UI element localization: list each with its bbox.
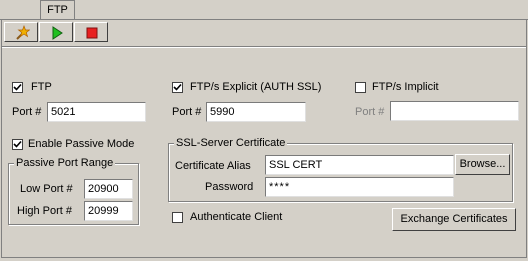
authenticate-client-checkbox[interactable] (172, 212, 183, 223)
ftps-implicit-port-input[interactable] (390, 101, 519, 121)
ftp-checkbox-label: FTP (31, 81, 52, 93)
passive-port-range-title: Passive Port Range (14, 157, 116, 169)
ftps-implicit-port-label: Port # (355, 106, 385, 118)
toolbar (4, 22, 109, 44)
exchange-certificates-button[interactable]: Exchange Certificates (392, 208, 516, 231)
certificate-alias-label: Certificate Alias (175, 160, 251, 172)
ftp-port-label: Port # (12, 106, 42, 118)
high-port-input[interactable]: 20999 (84, 201, 133, 221)
checkmark-icon (13, 140, 22, 148)
ftps-explicit-checkbox[interactable] (172, 82, 183, 93)
ftps-explicit-port-input[interactable]: 5990 (206, 102, 306, 122)
stop-icon (86, 27, 98, 39)
password-label: Password (205, 181, 254, 193)
ftps-implicit-checkbox[interactable] (355, 82, 366, 93)
ssl-certificate-title: SSL-Server Certificate (174, 137, 288, 149)
authenticate-client-label: Authenticate Client (190, 211, 283, 223)
checkmark-icon (173, 83, 182, 91)
wizard-icon (16, 25, 30, 40)
passive-mode-checkbox[interactable] (12, 139, 23, 150)
tab-ftp[interactable]: FTP (40, 0, 75, 19)
ftps-explicit-port-label: Port # (172, 106, 202, 118)
checkmark-icon (13, 83, 22, 91)
toolbar-separator (2, 46, 526, 48)
play-icon (52, 26, 63, 40)
browse-button[interactable]: Browse... (455, 154, 510, 175)
low-port-label: Low Port # (20, 183, 73, 195)
stop-button[interactable] (74, 22, 108, 42)
ftps-explicit-label: FTP/s Explicit (AUTH SSL) (190, 81, 322, 93)
ftp-checkbox[interactable] (12, 82, 23, 93)
ftps-implicit-label: FTP/s Implicit (372, 81, 439, 93)
low-port-input[interactable]: 20900 (84, 179, 133, 199)
certificate-alias-input[interactable]: SSL CERT (265, 155, 454, 175)
ftp-port-input[interactable]: 5021 (47, 102, 146, 122)
start-button[interactable] (39, 22, 73, 42)
high-port-label: High Port # (17, 205, 73, 217)
wizard-button[interactable] (4, 22, 38, 42)
password-input[interactable]: **** (265, 177, 454, 197)
passive-mode-label: Enable Passive Mode (28, 138, 135, 150)
